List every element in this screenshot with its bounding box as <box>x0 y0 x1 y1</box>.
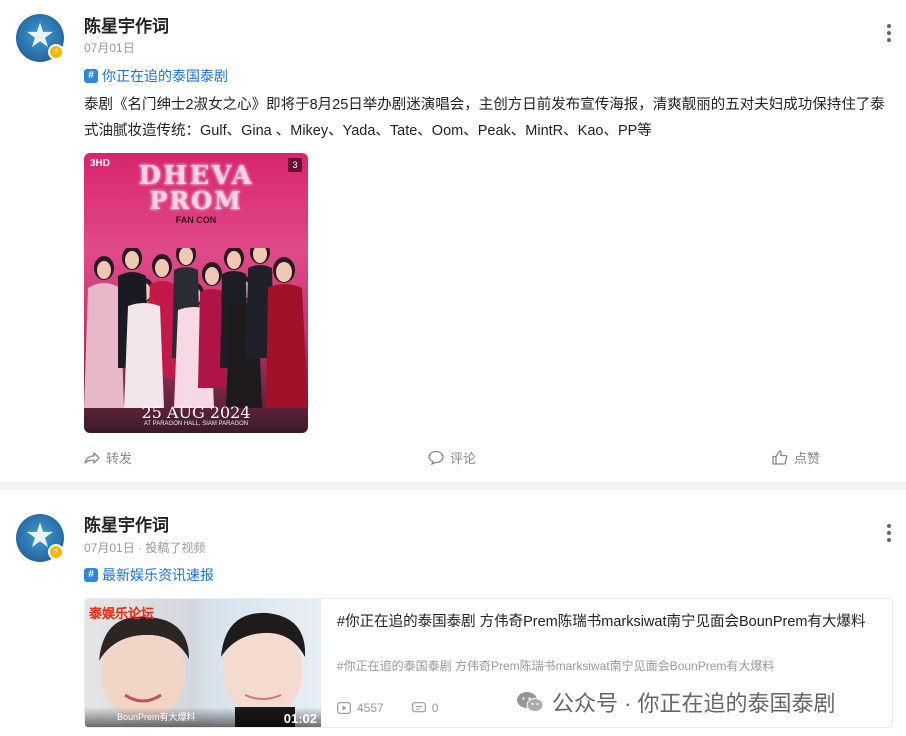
post-image[interactable]: 3HD 3 DHEVA PROM FAN CON 25 AUG 2024 AT … <box>84 153 308 433</box>
verified-badge-icon: ⚡ <box>48 44 64 60</box>
more-options-icon[interactable] <box>886 524 892 545</box>
watermark-text: 公众号 · 你正在追的泰国泰剧 <box>552 691 836 716</box>
poster-venue: AT PARAGON HALL, SIAM PARAGON <box>143 421 249 427</box>
post-meta: 07月01日 · 投稿了视频 <box>84 541 206 555</box>
wechat-icon <box>517 692 544 712</box>
topic-tag[interactable]: # 最新娱乐资讯速报 <box>84 565 214 585</box>
repost-label: 转发 <box>106 451 133 466</box>
post-divider <box>0 482 906 490</box>
play-count: 4557 <box>357 701 384 715</box>
verified-badge-icon: ⚡ <box>48 544 64 560</box>
video-caption: BounPrem有大爆料 <box>117 712 196 722</box>
post-date: 07月01日 <box>84 41 135 55</box>
play-count-icon <box>337 702 351 714</box>
video-title[interactable]: #你正在追的泰国泰剧 方伟奇Prem陈瑞书marksiwat南宁见面会BounP… <box>337 611 882 633</box>
like-button[interactable]: 点赞 <box>772 448 820 467</box>
hashtag-icon: # <box>84 568 98 582</box>
topic-tag[interactable]: # 你正在追的泰国泰剧 <box>84 66 228 86</box>
hashtag-icon: # <box>84 69 98 83</box>
comment-label: 评论 <box>450 451 477 466</box>
author-name[interactable]: 陈星宇作词 <box>84 511 169 536</box>
comment-count-icon <box>411 702 426 713</box>
thumbs-up-icon <box>772 450 788 465</box>
like-label: 点赞 <box>794 451 821 466</box>
post-content: 泰剧《名门绅士2淑女之心》即将于8月25日举办剧迷演唱会，主创方日前发布宣传海报… <box>84 97 885 139</box>
poster-title-line2: PROM <box>149 186 243 215</box>
more-options-icon[interactable] <box>886 24 892 45</box>
post-card: ★ ⚡ 陈星宇作词 07月01日 # 你正在追的泰国泰剧 泰剧《名门绅士2淑女之… <box>0 0 906 482</box>
video-thumbnail[interactable]: 泰娱乐论坛 泰娱乐论坛 BounPrem有大爆料 01:02 <box>85 599 321 727</box>
watermark: 公众号 · 你正在追的泰国泰剧 <box>516 686 836 718</box>
repost-button[interactable]: 转发 <box>84 448 132 467</box>
video-duration: 01:02 <box>283 711 317 726</box>
poster-date: 25 AUG 2024 <box>141 403 251 422</box>
topic-label: 最新娱乐资讯速报 <box>102 567 214 583</box>
comment-button[interactable]: 评论 <box>428 448 476 467</box>
post-actions: 转发 评论 点赞 <box>0 448 906 468</box>
video-brand-overlay: 泰娱乐论坛 <box>89 606 155 621</box>
comment-count: 0 <box>431 701 439 715</box>
poster-subtitle: FAN CON <box>175 215 217 225</box>
video-stats: 4557 0 <box>337 701 466 715</box>
video-subtitle: #你正在追的泰国泰剧 方伟奇Prem陈瑞书marksiwat南宁见面会BounP… <box>337 659 775 673</box>
comment-icon <box>428 450 444 465</box>
topic-label: 你正在追的泰国泰剧 <box>102 68 228 84</box>
author-name[interactable]: 陈星宇作词 <box>84 12 169 37</box>
poster-cast-illustration <box>84 248 308 408</box>
share-icon <box>84 451 100 464</box>
